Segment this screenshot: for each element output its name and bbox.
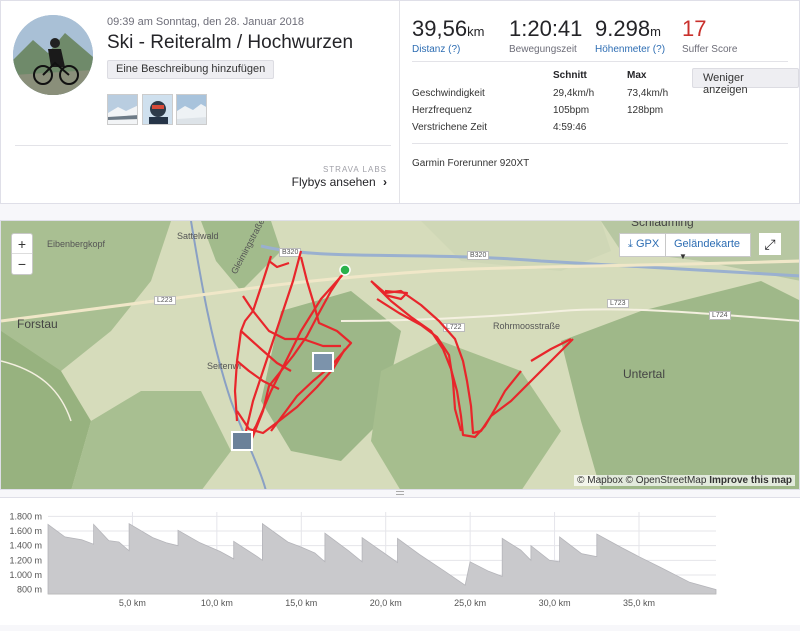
x-tick-label: 5,0 km bbox=[119, 598, 146, 608]
elevation-label[interactable]: Höhenmeter (?) bbox=[595, 44, 665, 55]
zoom-out-button[interactable]: − bbox=[12, 254, 32, 274]
photo-marker-icon[interactable] bbox=[231, 431, 253, 451]
device-name: Garmin Forerunner 920XT bbox=[412, 158, 530, 169]
distance-label[interactable]: Distanz (?) bbox=[412, 44, 484, 55]
x-tick-label: 10,0 km bbox=[201, 598, 233, 608]
table-row: Herzfrequenz 105bpm 128bpm bbox=[412, 104, 687, 121]
suffer-score-value: 17 bbox=[682, 16, 707, 41]
y-tick-label: 1.800 m bbox=[9, 511, 42, 521]
x-tick-label: 35,0 km bbox=[623, 598, 655, 608]
chevron-right-icon: › bbox=[383, 175, 387, 189]
zoom-control: + − bbox=[11, 233, 33, 275]
show-less-button[interactable]: Weniger anzeigen bbox=[692, 68, 799, 96]
activity-datetime: 09:39 am Sonntag, den 28. Januar 2018 bbox=[107, 16, 304, 28]
metric-avg: 4:59:46 bbox=[553, 121, 587, 133]
divider bbox=[399, 1, 400, 203]
suffer-score-label: Suffer Score bbox=[682, 44, 738, 55]
metrics-header: Max bbox=[627, 70, 647, 81]
divider bbox=[412, 61, 788, 62]
mapbox-link[interactable]: © Mapbox bbox=[577, 475, 623, 486]
x-tick-label: 15,0 km bbox=[285, 598, 317, 608]
y-tick-label: 1.200 m bbox=[9, 555, 42, 565]
distance-value: 39,56 bbox=[412, 16, 468, 41]
photo-thumbnail[interactable] bbox=[142, 94, 173, 125]
metric-max bbox=[627, 121, 687, 138]
activity-header: 09:39 am Sonntag, den 28. Januar 2018 Sk… bbox=[0, 0, 800, 204]
metric-avg: 29,4km/h bbox=[553, 87, 595, 99]
stat-moving-time: 1:20:41 Bewegungszeit bbox=[509, 16, 582, 55]
strava-labs-label: STRAVA LABS bbox=[322, 165, 387, 174]
add-description-button[interactable]: Eine Beschreibung hinzufügen bbox=[107, 60, 275, 79]
elevation-unit: m bbox=[650, 24, 661, 39]
avatar[interactable] bbox=[13, 15, 93, 95]
metrics-header: Schnitt bbox=[553, 70, 587, 81]
metric-avg: 105bpm bbox=[553, 104, 590, 116]
gpx-export-button[interactable]: ⤓ GPX bbox=[619, 233, 669, 257]
gpx-label: GPX bbox=[635, 238, 660, 250]
elevation-chart-svg: 1.800 m 1.600 m 1.400 m 1.200 m 1.000 m 800 m… bbox=[9, 511, 717, 608]
photo-thumbnail[interactable] bbox=[176, 94, 207, 125]
route-map[interactable]: Forstau Eibenbergkopf Sattelwald Seitenw… bbox=[0, 220, 800, 490]
metric-name: Geschwindigkeit bbox=[412, 87, 485, 99]
zoom-in-button[interactable]: + bbox=[12, 234, 32, 254]
start-marker-icon bbox=[339, 264, 351, 276]
y-tick-label: 1.000 m bbox=[9, 570, 42, 580]
osm-link[interactable]: © OpenStreetMap bbox=[626, 475, 707, 486]
x-tick-label: 25,0 km bbox=[454, 598, 486, 608]
resize-handle[interactable] bbox=[396, 491, 404, 495]
map-attribution: © Mapbox © OpenStreetMap Improve this ma… bbox=[574, 475, 795, 486]
route-track bbox=[233, 250, 574, 444]
x-tick-label: 30,0 km bbox=[539, 598, 571, 608]
y-tick-label: 1.400 m bbox=[9, 541, 42, 551]
table-row: Geschwindigkeit 29,4km/h 73,4km/h bbox=[412, 87, 687, 104]
moving-time-value: 1:20:41 bbox=[509, 16, 583, 41]
elevation-area[interactable] bbox=[47, 522, 717, 595]
stat-elevation: 9.298m Höhenmeter (?) bbox=[595, 16, 665, 55]
stat-suffer-score: 17 Suffer Score bbox=[682, 16, 737, 55]
metrics-table: Schnitt Max Geschwindigkeit 29,4km/h 73,… bbox=[412, 70, 687, 138]
photo-marker-icon[interactable] bbox=[312, 352, 334, 372]
elevation-value: 9.298 bbox=[595, 16, 651, 41]
chevron-down-icon: ▼ bbox=[679, 252, 687, 261]
divider bbox=[412, 143, 788, 144]
flybys-link[interactable]: Flybys ansehen › bbox=[292, 175, 387, 189]
metric-name: Herzfrequenz bbox=[412, 104, 473, 116]
elevation-chart: 1.800 m 1.600 m 1.400 m 1.200 m 1.000 m 800 m… bbox=[0, 497, 800, 625]
metric-name: Verstrichene Zeit bbox=[412, 121, 488, 133]
metric-max: 128bpm bbox=[627, 104, 664, 116]
x-tick-label: 20,0 km bbox=[370, 598, 402, 608]
map-type-label: Geländekarte bbox=[674, 238, 741, 250]
metric-max: 73,4km/h bbox=[627, 87, 669, 99]
map-type-dropdown[interactable]: Geländekarte ▼ bbox=[665, 233, 751, 261]
y-tick-label: 800 m bbox=[17, 585, 42, 595]
stat-distance: 39,56km Distanz (?) bbox=[412, 16, 484, 55]
photo-thumbnail[interactable] bbox=[107, 94, 138, 125]
divider bbox=[15, 145, 391, 146]
flybys-label: Flybys ansehen bbox=[291, 175, 376, 189]
download-icon: ⤓ bbox=[628, 238, 633, 250]
table-row: Verstrichene Zeit 4:59:46 bbox=[412, 121, 687, 138]
fullscreen-icon[interactable]: ⤢ bbox=[759, 233, 781, 255]
moving-time-label: Bewegungszeit bbox=[509, 44, 577, 55]
y-tick-label: 1.600 m bbox=[9, 526, 42, 536]
activity-title[interactable]: Ski - Reiteralm / Hochwurzen bbox=[107, 32, 353, 54]
improve-map-link[interactable]: Improve this map bbox=[709, 475, 792, 486]
distance-unit: km bbox=[467, 24, 485, 39]
metrics-header bbox=[412, 70, 553, 87]
